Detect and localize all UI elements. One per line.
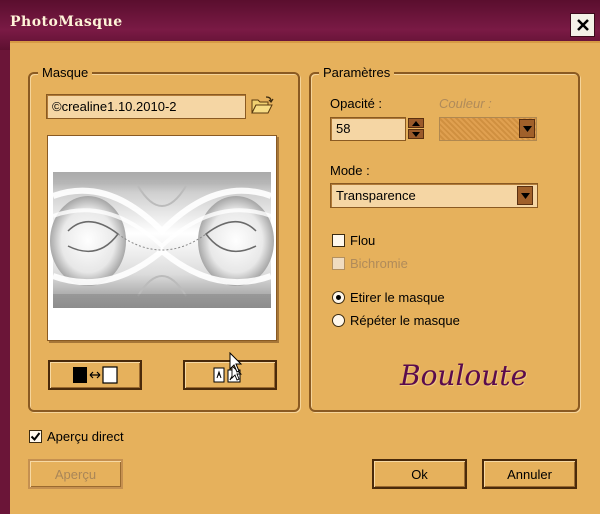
stretch-mask-radio[interactable] xyxy=(332,291,345,304)
live-preview-label: Aperçu direct xyxy=(47,429,124,444)
bichromie-checkbox[interactable] xyxy=(332,257,345,270)
repeat-mask-label: Répéter le masque xyxy=(350,313,460,328)
radio-selected-dot xyxy=(336,295,341,300)
browse-mask-button[interactable] xyxy=(250,95,274,117)
color-label: Couleur : xyxy=(439,96,492,111)
mask-preview-image xyxy=(48,136,276,340)
repeat-mask-radio[interactable] xyxy=(332,314,345,327)
invert-mask-icon xyxy=(73,366,118,384)
params-group-label: Paramètres xyxy=(319,65,395,80)
close-button[interactable] xyxy=(570,13,595,37)
cancel-button[interactable]: Annuler xyxy=(482,459,577,489)
mode-label: Mode : xyxy=(330,163,370,178)
mouse-cursor xyxy=(229,351,243,374)
mode-select[interactable]: Transparence xyxy=(330,183,538,208)
window-title: PhotoMasque xyxy=(10,14,123,30)
opacity-down-button[interactable] xyxy=(408,129,424,139)
checkmark-icon xyxy=(30,432,41,442)
opacity-input[interactable]: 58 xyxy=(330,117,406,141)
opacity-up-button[interactable] xyxy=(408,118,424,128)
blur-checkbox[interactable] xyxy=(332,234,345,247)
mask-name-field[interactable]: ©crealine1.10.2010-2 xyxy=(46,94,246,119)
bichromie-label: Bichromie xyxy=(350,256,408,271)
opacity-spinner[interactable] xyxy=(408,118,424,139)
blur-label: Flou xyxy=(350,233,376,248)
mask-preview xyxy=(47,135,277,341)
color-picker[interactable] xyxy=(439,117,537,141)
chevron-down-icon xyxy=(522,125,532,132)
close-icon xyxy=(576,19,589,31)
opacity-label: Opacité : xyxy=(330,96,383,111)
arrow-up-icon xyxy=(412,120,420,126)
chevron-down-icon xyxy=(520,192,530,199)
signature-watermark: Bouloute xyxy=(400,359,528,392)
live-preview-checkbox[interactable] xyxy=(29,430,42,443)
invert-mask-button[interactable] xyxy=(48,360,142,390)
mask-group-label: Masque xyxy=(38,65,93,80)
dialog-body: Masque ©crealine1.10.2010-2 Paramètres O… xyxy=(10,41,600,514)
arrow-down-icon xyxy=(412,131,420,137)
mode-dropdown-button[interactable] xyxy=(517,186,533,205)
folder-open-icon xyxy=(251,96,274,114)
color-dropdown-button[interactable] xyxy=(519,119,535,138)
stretch-mask-label: Etirer le masque xyxy=(350,290,445,305)
preview-button[interactable]: Aperçu xyxy=(28,459,123,489)
cursor-arrow-icon xyxy=(229,351,243,373)
ok-button[interactable]: Ok xyxy=(372,459,467,489)
